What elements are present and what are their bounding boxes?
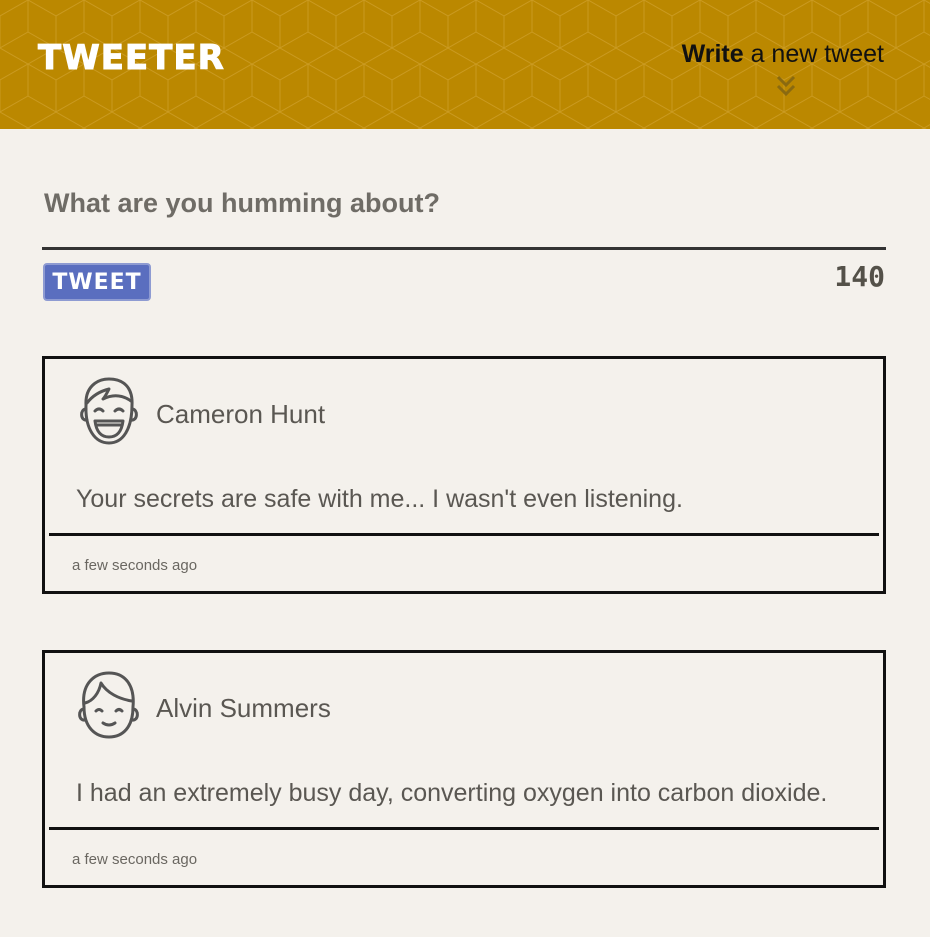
brand-logo: TWEETER	[38, 38, 225, 79]
compose-underline	[42, 247, 886, 250]
laughing-face-avatar-icon	[80, 377, 138, 445]
write-new-tweet-link[interactable]: Write a new tweet	[682, 40, 884, 69]
tweet-timestamp: a few seconds ago	[72, 557, 198, 574]
top-nav: TWEETER Write a new tweet	[0, 0, 930, 129]
tweet-author-name: Cameron Hunt	[156, 399, 326, 429]
tweet-content: I had an extremely busy day, converting …	[76, 779, 828, 807]
tweet-card: Cameron Hunt Your secrets are safe with …	[42, 356, 886, 594]
character-counter: 140	[834, 260, 885, 293]
tweet-divider	[49, 827, 879, 830]
write-link-bold: Write	[681, 40, 744, 68]
winking-face-avatar-icon	[78, 671, 139, 739]
write-link-text: a new tweet	[743, 40, 884, 68]
tweet-content: Your secrets are safe with me... I wasn'…	[76, 485, 683, 513]
tweet-card: Alvin Summers I had an extremely busy da…	[42, 650, 886, 888]
tweet-timestamp: a few seconds ago	[72, 851, 198, 868]
tweet-text-input[interactable]: What are you humming about?	[44, 188, 440, 219]
double-chevron-down-icon[interactable]	[775, 74, 797, 98]
tweet-divider	[49, 533, 879, 536]
tweet-button[interactable]: TWEET	[43, 263, 151, 301]
tweet-author-name: Alvin Summers	[156, 693, 331, 723]
